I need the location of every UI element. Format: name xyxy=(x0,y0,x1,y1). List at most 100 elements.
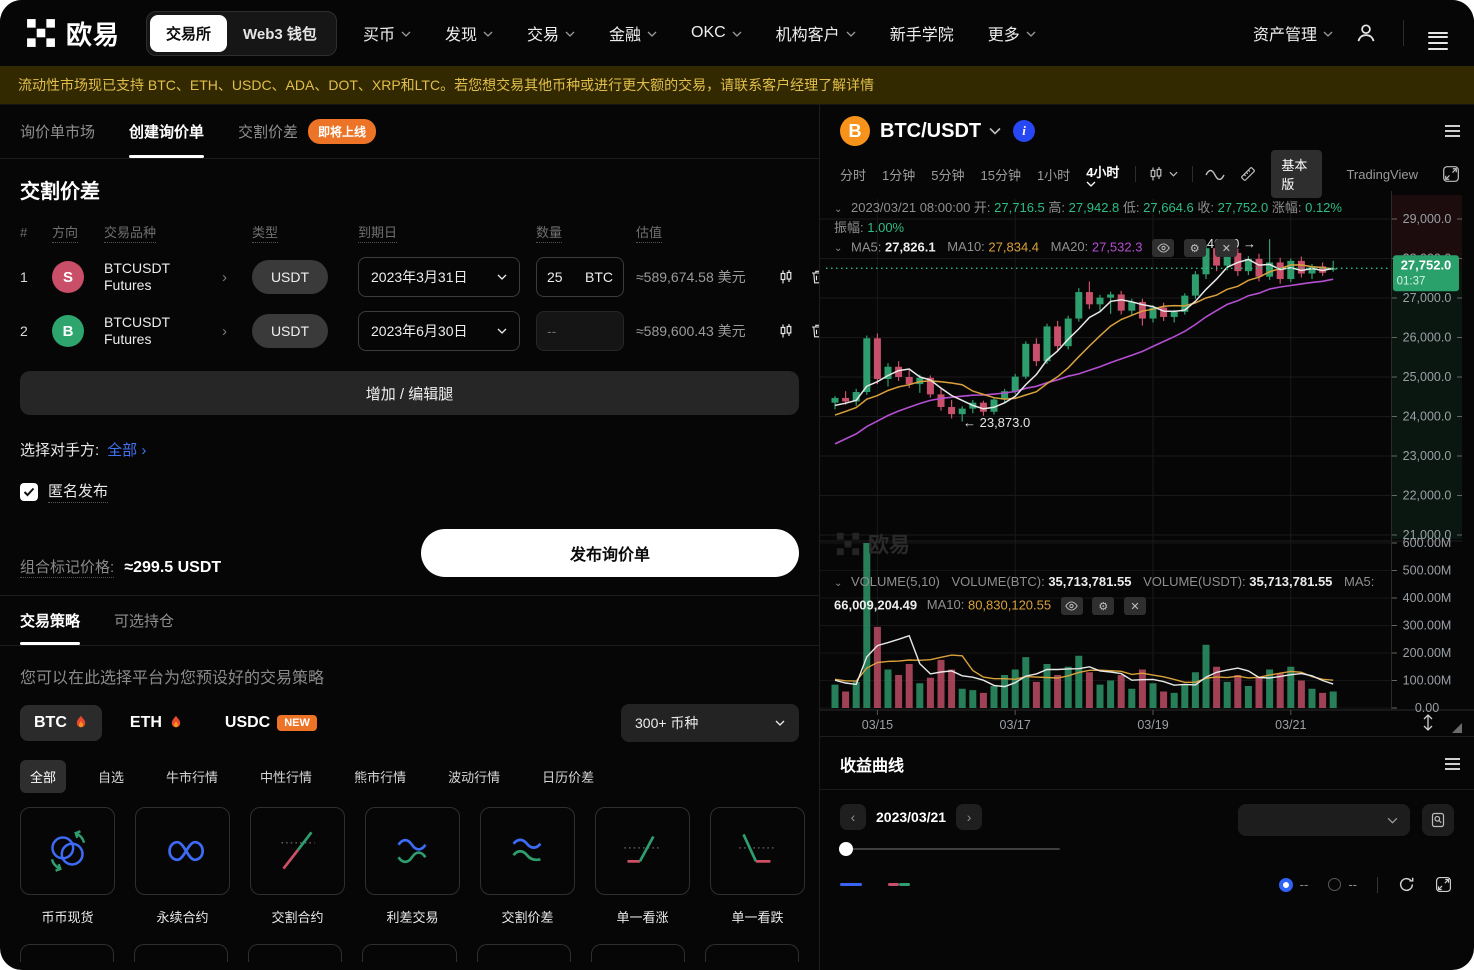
view-tab-TradingView[interactable]: TradingView xyxy=(1336,162,1428,187)
nav-item-买币[interactable]: 买币 xyxy=(363,21,411,45)
fullscreen-icon[interactable] xyxy=(1442,165,1460,183)
trash-icon[interactable] xyxy=(810,323,820,339)
rfq-tab-交割价差[interactable]: 交割价差即将上线 xyxy=(238,105,376,158)
nav-item-assets[interactable]: 资产管理 xyxy=(1253,21,1333,45)
earnings-menu-icon[interactable] xyxy=(1445,755,1460,773)
nav-item-金融[interactable]: 金融 xyxy=(609,21,657,45)
expand-icon[interactable] xyxy=(1435,876,1452,893)
filter-自选[interactable]: 自选 xyxy=(88,760,134,793)
mark-price-label: 组合标记价格: xyxy=(20,559,114,578)
filter-中性行情[interactable]: 中性行情 xyxy=(250,760,322,793)
strategies-panel: 交易策略可选持仓 您可以在此选择平台为您预设好的交易策略 BTCETHUSDCN… xyxy=(0,595,819,962)
eye-icon[interactable] xyxy=(1152,239,1174,257)
filter-牛市行情[interactable]: 牛市行情 xyxy=(156,760,228,793)
date-slider[interactable] xyxy=(840,842,1060,856)
expiry-select[interactable]: 2023年3月31日 xyxy=(358,257,520,297)
strategy-card-partial[interactable] xyxy=(477,944,571,962)
add-edit-leg-button[interactable]: 增加 / 编辑腿 xyxy=(20,371,799,415)
candle-chart-icon[interactable] xyxy=(778,323,794,339)
filter-日历价差[interactable]: 日历价差 xyxy=(532,760,604,793)
timeframe-15分钟[interactable]: 15分钟 xyxy=(980,165,1020,184)
okx-logo[interactable]: 欧易 xyxy=(26,15,120,52)
margin-type-select[interactable]: USDT xyxy=(252,314,328,348)
timeframe-1小时[interactable]: 1小时 xyxy=(1037,165,1070,184)
timeframe-5分钟[interactable]: 5分钟 xyxy=(931,165,964,184)
slider-handle[interactable] xyxy=(839,842,853,856)
earnings-date: 2023/03/21 xyxy=(876,809,946,825)
strategy-card-partial[interactable] xyxy=(248,944,342,962)
chevron-right-icon[interactable]: › xyxy=(222,269,246,286)
anonymous-checkbox[interactable] xyxy=(20,483,38,501)
line-overlay-icon[interactable] xyxy=(1205,168,1225,180)
candle-style-icon[interactable] xyxy=(1148,166,1178,182)
chevron-down-icon[interactable] xyxy=(989,127,1001,135)
filter-全部[interactable]: 全部 xyxy=(20,760,66,793)
close-icon[interactable]: ✕ xyxy=(1215,239,1237,257)
nav-item-更多[interactable]: 更多 xyxy=(988,21,1036,45)
nav-item-机构客户[interactable]: 机构客户 xyxy=(776,21,856,45)
prev-date-button[interactable]: ‹ xyxy=(840,804,866,830)
strategy-card-partial[interactable] xyxy=(134,944,228,962)
quantity-input[interactable]: 25BTC xyxy=(536,257,624,297)
candlestick-chart[interactable]: 29,000.028,000.027,000.026,000.025,000.0… xyxy=(820,191,1474,736)
rfq-tab-创建询价单[interactable]: 创建询价单 xyxy=(129,105,204,158)
new-badge: NEW xyxy=(277,715,317,731)
next-date-button[interactable]: › xyxy=(956,804,982,830)
candle-chart-icon[interactable] xyxy=(778,269,794,285)
coin-tab-USDC[interactable]: USDCNEW xyxy=(211,705,331,741)
strategy-tabs: 交易策略可选持仓 xyxy=(0,596,819,646)
coin-count-select[interactable]: 300+ 币种 xyxy=(621,704,799,742)
strategy-tab-交易策略[interactable]: 交易策略 xyxy=(20,596,80,645)
strategy-tab-可选持仓[interactable]: 可选持仓 xyxy=(114,596,174,645)
radio-option-2[interactable]: -- xyxy=(1328,877,1357,892)
chevron-right-icon[interactable]: › xyxy=(222,323,246,340)
earnings-select[interactable] xyxy=(1238,804,1410,836)
gear-icon[interactable]: ⚙ xyxy=(1092,597,1114,615)
coin-tab-BTC[interactable]: BTC xyxy=(20,705,102,741)
measure-ruler-icon[interactable] xyxy=(1239,165,1257,183)
gear-icon[interactable]: ⚙ xyxy=(1184,239,1206,257)
expiry-select[interactable]: 2023年6月30日 xyxy=(358,311,520,351)
strategy-card-交割价差[interactable]: 交割价差 xyxy=(480,807,575,926)
margin-type-select[interactable]: USDT xyxy=(252,260,328,294)
eye-icon[interactable] xyxy=(1061,597,1083,615)
nav-item-发现[interactable]: 发现 xyxy=(445,21,493,45)
timeframe-1分钟[interactable]: 1分钟 xyxy=(882,165,915,184)
timeframe-4小时[interactable]: 4小时 xyxy=(1086,162,1119,187)
close-icon[interactable]: ✕ xyxy=(1124,597,1146,615)
strategy-card-永续合约[interactable]: 永续合约 xyxy=(135,807,230,926)
toggle-Web3 钱包[interactable]: Web3 钱包 xyxy=(227,15,333,52)
strategy-card-单一看涨[interactable]: 单一看涨 xyxy=(595,807,690,926)
strategy-card-单一看跌[interactable]: 单一看跌 xyxy=(710,807,805,926)
search-document-icon[interactable] xyxy=(1422,804,1454,836)
toggle-交易所[interactable]: 交易所 xyxy=(150,15,227,52)
radio-selected-icon xyxy=(1279,878,1293,892)
strategy-card-partial[interactable] xyxy=(591,944,685,962)
nav-item-OKC[interactable]: OKC xyxy=(691,24,742,42)
strategy-card-币币现货[interactable]: 币币现货 xyxy=(20,807,115,926)
strategy-card-交割合约[interactable]: 交割合约 xyxy=(250,807,345,926)
filter-波动行情[interactable]: 波动行情 xyxy=(438,760,510,793)
radio-option-1[interactable]: -- xyxy=(1279,877,1309,892)
quantity-input[interactable]: -- xyxy=(536,311,624,351)
info-icon[interactable]: i xyxy=(1013,120,1035,142)
menu-icon[interactable] xyxy=(1428,28,1448,38)
strategy-card-partial[interactable] xyxy=(362,944,456,962)
strategy-card-partial[interactable] xyxy=(20,944,114,962)
publish-rfq-button[interactable]: 发布询价单 xyxy=(421,529,799,577)
profile-icon[interactable] xyxy=(1353,20,1379,46)
strategy-card-利差交易[interactable]: 利差交易 xyxy=(365,807,460,926)
rfq-tab-询价单市场[interactable]: 询价单市场 xyxy=(20,105,95,158)
nav-item-新手学院[interactable]: 新手学院 xyxy=(890,21,954,45)
nav-item-交易[interactable]: 交易 xyxy=(527,21,575,45)
strategy-card-partial[interactable] xyxy=(705,944,799,962)
coin-tab-ETH[interactable]: ETH xyxy=(116,705,197,741)
pair-name[interactable]: BTC/USDT xyxy=(880,120,981,143)
counterparty-all-link[interactable]: 全部 › xyxy=(107,439,146,460)
chart-menu-icon[interactable] xyxy=(1445,122,1460,140)
refresh-icon[interactable] xyxy=(1398,876,1415,893)
trash-icon[interactable] xyxy=(810,269,820,285)
svg-text:25,000.0: 25,000.0 xyxy=(1403,370,1452,384)
filter-熊市行情[interactable]: 熊市行情 xyxy=(344,760,416,793)
timeframe-分时[interactable]: 分时 xyxy=(840,165,866,184)
